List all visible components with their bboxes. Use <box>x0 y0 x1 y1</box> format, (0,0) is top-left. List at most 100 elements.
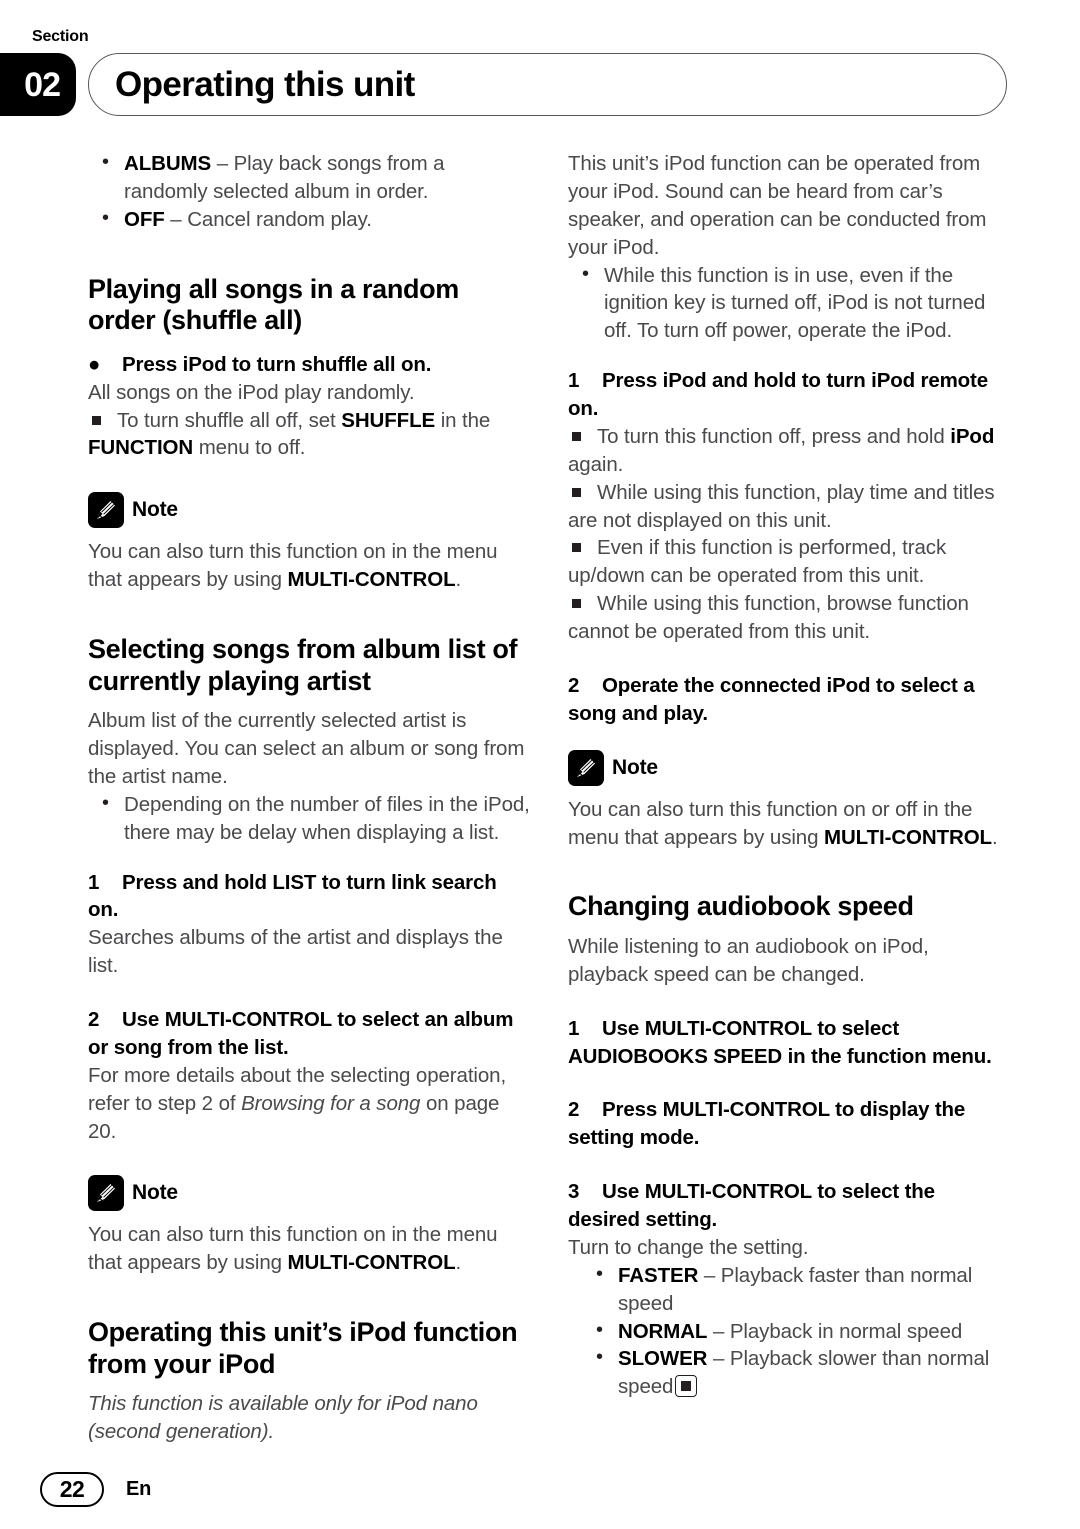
r-square-note-1: To turn this function off, press and hol… <box>568 423 1011 479</box>
option-term: OFF <box>124 207 165 231</box>
r-square-note-2: While using this function, play time and… <box>568 479 1011 535</box>
ab-step-1-text: Use MULTI-CONTROL to select AUDIOBOOKS S… <box>568 1016 992 1068</box>
ab-step-3-body: Turn to change the setting. <box>568 1235 809 1259</box>
heading-ipod-function: Operating this unit’s iPod function from… <box>88 1317 518 1379</box>
heading-shuffle-all: Playing all songs in a random order (shu… <box>88 273 459 336</box>
ab-step-2: 2 Press MULTI-CONTROL to display the sett… <box>568 1096 1011 1152</box>
ab-step-2-text: Press MULTI-CONTROL to display the setti… <box>568 1098 966 1150</box>
section-end-marker-icon <box>675 1375 698 1398</box>
r-sq1-bold: iPod <box>950 424 995 448</box>
r-step-2-number: 2 <box>568 673 580 697</box>
r-square-note-4: While using this function, browse functi… <box>568 590 1011 646</box>
shuffle-step: ● Press iPod to turn shuffle all on. <box>88 351 531 379</box>
note-1-bold: MULTI-CONTROL <box>287 568 456 592</box>
sq-mid: in the <box>435 408 491 432</box>
pencil-icon <box>88 492 124 529</box>
section-number: 02 <box>24 65 61 104</box>
r-step-2-text: Operate the connected iPod to select a s… <box>568 673 975 725</box>
list-item: NORMAL – Playback in normal speed <box>568 1317 1011 1346</box>
page-number-badge: 22 <box>40 1472 104 1507</box>
audiobook-body: While listening to an audiobook on iPod,… <box>568 934 929 986</box>
manual-page: Section 02 Operating this unit ALBUMS – … <box>0 0 1080 1529</box>
shuffle-body: All songs on the iPod play randomly. <box>88 380 415 404</box>
option-term: FASTER <box>618 1263 699 1287</box>
page-number: 22 <box>59 1476 85 1502</box>
step-2-number: 2 <box>88 1008 100 1032</box>
ab-step-3: 3 Use MULTI-CONTROL to select the desired… <box>568 1178 1011 1234</box>
r-step-1-text: Press iPod and hold to turn iPod remote … <box>568 369 988 420</box>
ab-step-3-text: Use MULTI-CONTROL to select the desired … <box>568 1180 935 1232</box>
r-sq2-text: While using this function, play time and… <box>568 480 995 532</box>
note-header-1: Note <box>88 492 531 529</box>
page-title: Operating this unit <box>115 65 415 104</box>
section-label: Section <box>32 28 89 45</box>
content-columns: ALBUMS – Play back songs from a randomly… <box>0 149 1080 1443</box>
r-sq3-text: Even if this function is performed, trac… <box>568 536 947 588</box>
square-bullet-icon <box>92 415 101 425</box>
step-2: 2 Use MULTI-CONTROL to select an album or… <box>88 1006 531 1062</box>
square-bullet-icon <box>572 487 581 497</box>
section-number-badge: 02 <box>0 53 76 116</box>
language-code: En <box>126 1478 152 1500</box>
r-step-1-number: 1 <box>568 369 580 393</box>
random-options-list: ALBUMS – Play back songs from a randomly… <box>88 149 531 234</box>
heading-audiobook-speed: Changing audiobook speed <box>568 891 914 922</box>
sq-pre: To turn shuffle all off, set <box>117 408 342 432</box>
page-title-pill: Operating this unit <box>88 53 1007 116</box>
square-bullet-icon <box>572 599 581 609</box>
ipod-function-italic-note: This function is available only for iPod… <box>88 1392 478 1444</box>
album-list-body: Album list of the currently selected art… <box>88 709 525 788</box>
r-step-1: 1 Press iPod and hold to turn iPod remote… <box>568 367 1011 423</box>
step-2-text: Use MULTI-CONTROL to select an album or … <box>88 1008 514 1059</box>
intro-paragraph: This unit’s iPod function can be operate… <box>568 152 987 259</box>
list-item: ALBUMS – Play back songs from a randomly… <box>88 149 531 206</box>
list-item: Depending on the number of files in the … <box>88 790 531 847</box>
option-desc: – Playback in normal speed <box>707 1319 963 1343</box>
r-note-bold: MULTI-CONTROL <box>824 825 992 849</box>
option-term: SLOWER <box>618 1347 708 1371</box>
bullet-dot: ● <box>88 352 101 376</box>
album-list-bullets: Depending on the number of files in the … <box>88 790 531 847</box>
list-item: FASTER – Playback faster than normal spe… <box>568 1261 1011 1318</box>
square-bullet-icon <box>572 431 581 441</box>
r-note-post: . <box>991 825 998 849</box>
option-term: ALBUMS <box>124 152 212 175</box>
option-desc: – Cancel random play. <box>164 207 372 231</box>
note-label: Note <box>612 755 658 779</box>
heading-album-list: Selecting songs from album list of curre… <box>88 634 518 696</box>
right-column: This unit’s iPod function can be operate… <box>568 150 1011 1401</box>
r-square-note-3: Even if this function is performed, trac… <box>568 534 1011 590</box>
sq-bold-1: SHUFFLE <box>341 408 436 432</box>
r-sq4-text: While using this function, browse functi… <box>568 592 969 643</box>
sq-post: menu to off. <box>193 436 306 460</box>
pencil-icon <box>88 1175 124 1212</box>
ab-step-1-number: 1 <box>568 1016 580 1040</box>
step-2-body: For more details about the selecting ope… <box>88 1062 531 1146</box>
intro-bullets: While this function is in use, even if t… <box>568 261 1011 346</box>
ab-step-1: 1 Use MULTI-CONTROL to select AUDIOBOOKS … <box>568 1015 1011 1071</box>
list-item: OFF – Cancel random play. <box>88 205 531 234</box>
step-2-body-italic: Browsing for a song <box>241 1091 421 1115</box>
note-2-bold: MULTI-CONTROL <box>287 1251 456 1275</box>
left-column: ALBUMS – Play back songs from a randomly… <box>88 149 531 1446</box>
sq-bold-2: FUNCTION <box>88 436 194 460</box>
note-label: Note <box>132 498 178 522</box>
step-1-text: Press and hold LIST to turn link search … <box>88 870 497 922</box>
list-item: SLOWER – Playback slower than normal spe… <box>568 1344 1011 1401</box>
pencil-icon <box>568 749 604 786</box>
note-header-2: Note <box>88 1175 531 1212</box>
option-term: NORMAL <box>618 1319 708 1343</box>
note-2-post: . <box>455 1251 462 1275</box>
step-1-body: Searches albums of the artist and displa… <box>88 926 503 978</box>
shuffle-step-text: Press iPod to turn shuffle all on. <box>122 352 432 376</box>
page-footer: 22 En <box>40 1472 151 1507</box>
r-note-text: You can also turn this function on or of… <box>568 796 1011 852</box>
page-header: Section 02 Operating this unit <box>0 28 1080 120</box>
square-bullet-icon <box>572 543 581 553</box>
ab-step-3-number: 3 <box>568 1180 580 1204</box>
note-header-3: Note <box>568 749 1011 786</box>
note-label: Note <box>132 1181 178 1205</box>
step-1: 1 Press and hold LIST to turn link search… <box>88 869 531 925</box>
r-sq1-post: again. <box>568 452 624 476</box>
list-item: While this function is in use, even if t… <box>568 261 1011 346</box>
